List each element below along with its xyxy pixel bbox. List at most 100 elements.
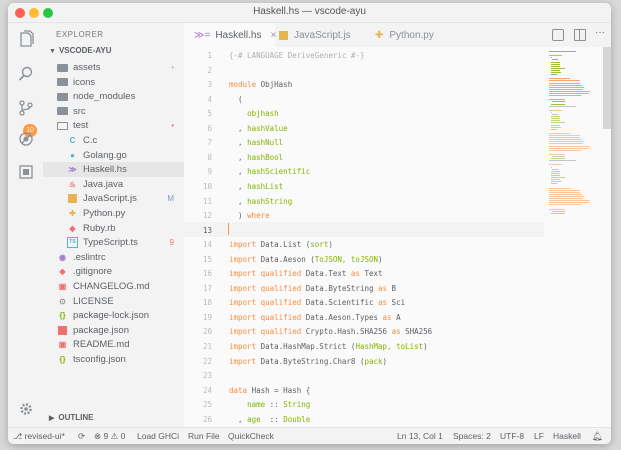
minimap-line: [550, 170, 561, 172]
tree-item[interactable]: package.json: [43, 323, 184, 338]
tree-item[interactable]: ● Golang.go: [43, 148, 184, 163]
minimap-line: [549, 99, 566, 101]
minimap-line: [550, 124, 560, 126]
minimap-line: [549, 78, 570, 80]
minimap-line: [550, 118, 560, 120]
warning-icon: ⚠: [110, 431, 119, 441]
tree-item-label: icons: [73, 76, 96, 88]
indentation-status[interactable]: Spaces: 2: [453, 431, 491, 441]
minimap-line: [549, 160, 576, 162]
tree-item[interactable]: ≫ Haskell.hs: [43, 162, 184, 178]
minimap[interactable]: [549, 47, 601, 427]
tree-item[interactable]: ◆ .gitignore: [43, 264, 184, 279]
code-line: import qualified Data.ByteString as B: [229, 283, 397, 293]
minimap-line: [552, 114, 559, 115]
minimap-line: [549, 153, 566, 155]
tree-item-label: TypeScript.ts: [83, 237, 138, 249]
line-number: 1: [207, 51, 212, 60]
tree-item[interactable]: ▣ CHANGELOG.md: [43, 279, 184, 294]
minimap-line: [549, 84, 583, 86]
npm-icon: [57, 325, 68, 336]
split-editor-icon[interactable]: [574, 29, 586, 41]
sync-icon[interactable]: ⟳: [78, 431, 85, 442]
git-status-badge: •: [171, 121, 174, 131]
tab-javascript[interactable]: JavaScript.js: [275, 23, 371, 47]
line-number: 22: [202, 356, 212, 366]
tree-item[interactable]: icons: [43, 75, 184, 90]
editor-tabs: ≫= Haskell.hs × JavaScript.js ✚ Python.p…: [184, 23, 611, 47]
tree-item[interactable]: TS TypeScript.ts 9: [43, 235, 184, 250]
tree-item[interactable]: ◆ Ruby.rb: [43, 221, 184, 236]
error-icon: ⊗: [94, 431, 102, 441]
workspace-root[interactable]: ▼ VSCODE-AYU: [49, 46, 112, 55]
minimap-line: [549, 141, 585, 143]
cursor-position[interactable]: Ln 13, Col 1: [397, 431, 443, 441]
code-line: , hashBool: [229, 152, 284, 162]
language-mode[interactable]: Haskell: [553, 431, 581, 441]
tab-python[interactable]: ✚ Python.py: [371, 23, 461, 47]
notifications-bell-icon[interactable]: 🔔︎: [592, 431, 603, 442]
line-number: 26: [202, 414, 212, 424]
line-number: 5: [207, 109, 212, 119]
quickcheck-button[interactable]: QuickCheck: [228, 431, 274, 441]
folder-icon: [57, 62, 68, 73]
minimap-line: [549, 143, 584, 145]
tree-item[interactable]: ▣ README.md: [43, 337, 184, 352]
tab-haskell[interactable]: ≫= Haskell.hs ×: [184, 23, 276, 47]
load-ghci-button[interactable]: Load GHCi: [137, 431, 179, 441]
tree-item[interactable]: node_modules: [43, 89, 184, 104]
tree-item[interactable]: C C.c: [43, 133, 184, 148]
minimap-line: [550, 74, 557, 76]
extensions-icon[interactable]: [16, 162, 35, 181]
tree-item[interactable]: JavaScript.js M: [43, 191, 184, 206]
tree-item[interactable]: ✚ Python.py: [43, 206, 184, 221]
tree-item-label: test: [73, 120, 89, 132]
line-number: 10: [202, 181, 212, 191]
run-file-button[interactable]: Run File: [188, 431, 220, 441]
settings-gear-icon[interactable]: [16, 399, 35, 418]
tree-item[interactable]: {} package-lock.json: [43, 308, 184, 323]
outline-section[interactable]: ▶ OUTLINE: [49, 413, 94, 422]
eol-status[interactable]: LF: [534, 431, 544, 441]
minimap-line: [550, 179, 560, 181]
tree-item[interactable]: ◉ .eslintrc: [43, 250, 184, 265]
tree-item[interactable]: test •: [43, 118, 184, 133]
explorer-icon[interactable]: [16, 29, 35, 48]
tree-item[interactable]: assets •: [43, 60, 184, 75]
debug-icon[interactable]: [16, 129, 35, 148]
line-number: 15: [202, 254, 212, 264]
minimap-line: [550, 67, 565, 69]
tree-item[interactable]: ⊙ LICENSE: [43, 294, 184, 309]
search-icon[interactable]: [16, 64, 35, 83]
minimap-line: [549, 147, 589, 149]
tree-item[interactable]: {} tsconfig.json: [43, 352, 184, 367]
source-control-icon[interactable]: [16, 98, 35, 117]
minimap-line: [550, 172, 560, 174]
line-number: 9: [207, 167, 212, 177]
line-number: 13: [202, 225, 212, 235]
code-line: , hashScientific: [229, 167, 311, 177]
branch-status[interactable]: ⎇ revised-ui*: [13, 431, 65, 441]
minimap-line: [549, 204, 581, 206]
open-changes-icon[interactable]: [552, 29, 564, 41]
minimap-line: [549, 200, 590, 202]
java-file-icon: ♨: [68, 179, 77, 189]
code-line: import qualified Data.Text as Text: [229, 269, 383, 279]
minimap-line: [552, 156, 565, 157]
line-number: 24: [202, 385, 212, 395]
editor-scrollbar[interactable]: [603, 47, 611, 129]
encoding-status[interactable]: UTF-8: [500, 431, 524, 441]
more-actions-icon[interactable]: ···: [595, 27, 605, 38]
minimap-line: [550, 183, 557, 185]
line-number: 17: [202, 283, 212, 293]
haskell-file-icon: ≫=: [194, 29, 211, 41]
minimap-line: [549, 195, 585, 197]
problems-status[interactable]: ⊗ 9 ⚠ 0: [94, 431, 125, 442]
code-line: , age :: Double: [229, 414, 311, 424]
tree-item[interactable]: src: [43, 104, 184, 119]
minimap-line: [549, 82, 580, 84]
chevron-down-icon: ▼: [49, 48, 56, 55]
minimap-line: [549, 202, 589, 204]
code-editor[interactable]: 1 {-# LANGUAGE DeriveGeneric #-} 2 3 module …: [184, 47, 611, 427]
tree-item[interactable]: ♨ Java.java: [43, 177, 184, 192]
